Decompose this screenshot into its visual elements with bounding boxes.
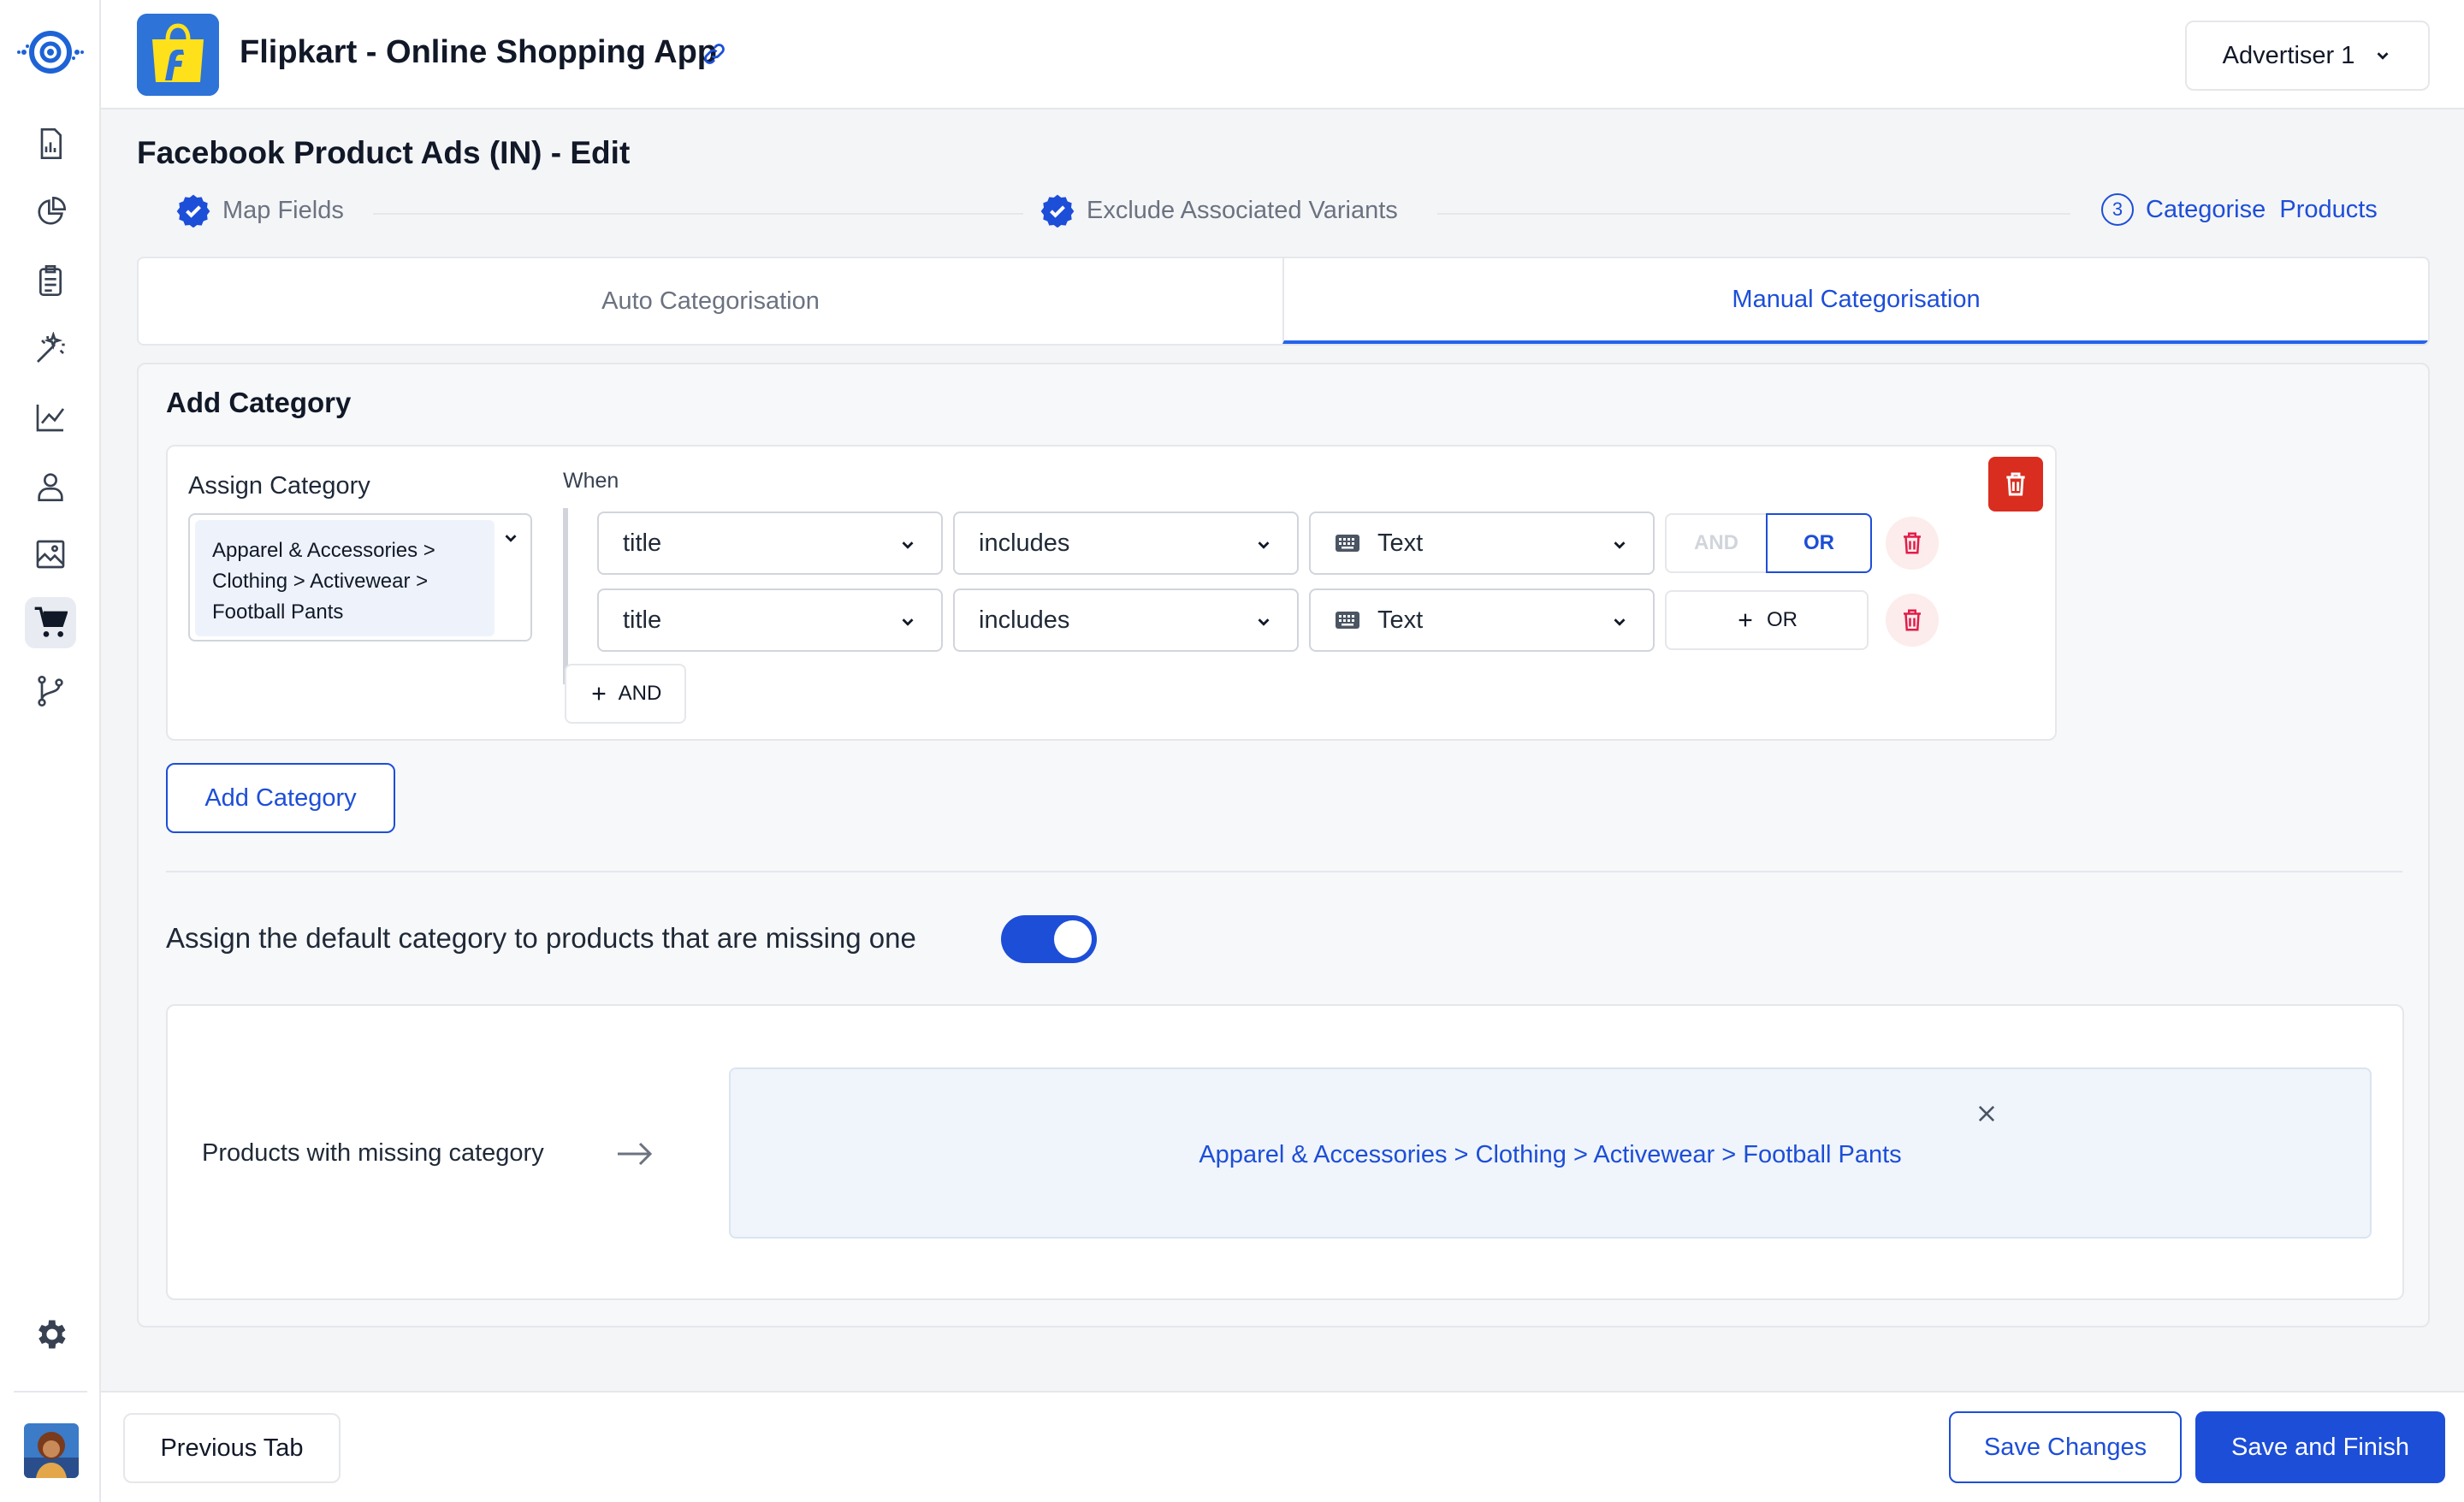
value-type-select[interactable]: Text <box>1309 512 1655 575</box>
keyboard-icon <box>1336 535 1359 552</box>
footer-bar: Previous Tab Save Changes Save and Finis… <box>101 1391 2464 1502</box>
user-icon <box>38 473 63 501</box>
default-category-target[interactable]: Apparel & Accessories > Clothing > Activ… <box>729 1067 2372 1239</box>
stepper: Map Fields Exclude Associated Variants 3… <box>176 193 2396 233</box>
chevron-down-icon <box>1614 618 1626 626</box>
step-number: 3 <box>2101 193 2134 226</box>
field-select[interactable]: title <box>597 588 943 652</box>
verified-check-icon <box>1040 194 1075 228</box>
cart-icon <box>34 606 68 637</box>
close-icon[interactable] <box>1975 1102 1999 1126</box>
chevron-down-icon <box>2377 52 2389 60</box>
add-and-button[interactable]: AND <box>565 664 686 724</box>
sidebar-item-tasks[interactable] <box>25 255 76 306</box>
chevron-down-icon <box>505 535 517 542</box>
keyboard-icon <box>1336 612 1359 629</box>
report-icon <box>40 128 62 159</box>
condition-group-bar <box>563 508 568 684</box>
sidebar-item-settings[interactable] <box>25 1309 76 1360</box>
and-toggle[interactable]: AND <box>1665 513 1766 573</box>
tab-auto-categorisation[interactable]: Auto Categorisation <box>139 258 1282 344</box>
missing-category-card: Products with missing category Apparel &… <box>166 1004 2404 1300</box>
save-changes-button[interactable]: Save Changes <box>1949 1411 2182 1483</box>
top-header: Flipkart - Online Shopping App Advertise… <box>101 0 2464 109</box>
default-category-toggle[interactable] <box>1001 915 1097 963</box>
gear-icon <box>38 1320 66 1349</box>
category-rule-card: Assign Category Apparel & Accessories > … <box>166 445 2057 741</box>
sidebar-item-catalog[interactable] <box>25 597 76 648</box>
advertiser-label: Advertiser 1 <box>2222 41 2355 69</box>
sidebar-item-reports[interactable] <box>25 118 76 169</box>
default-category-label: Assign the default category to products … <box>166 922 916 954</box>
save-and-finish-button[interactable]: Save and Finish <box>2195 1411 2445 1483</box>
chevron-down-icon <box>1258 618 1270 626</box>
selected-category-chip: Apparel & Accessories > Clothing > Activ… <box>195 520 495 636</box>
image-icon <box>36 540 65 569</box>
advertiser-select[interactable]: Advertiser 1 <box>2185 21 2430 91</box>
delete-rule-button[interactable] <box>1988 457 2043 512</box>
or-toggle[interactable]: OR <box>1766 513 1872 573</box>
previous-tab-button[interactable]: Previous Tab <box>123 1413 341 1483</box>
assign-category-select[interactable]: Apparel & Accessories > Clothing > Activ… <box>188 513 532 642</box>
chevron-down-icon <box>902 618 914 626</box>
tab-manual-categorisation[interactable]: Manual Categorisation <box>1282 258 2428 344</box>
section-title: Add Category <box>166 387 352 418</box>
add-or-button[interactable]: OR <box>1665 590 1869 650</box>
operator-select[interactable]: includes <box>953 512 1299 575</box>
field-select[interactable]: title <box>597 512 943 575</box>
trash-icon <box>1904 532 1921 554</box>
clipboard-icon <box>39 265 62 296</box>
avatar[interactable] <box>24 1423 79 1478</box>
trash-icon <box>2006 472 2025 496</box>
step-exclude-variants[interactable]: Exclude Associated Variants <box>1040 193 1398 228</box>
chevron-down-icon <box>1614 541 1626 549</box>
manual-categorisation-panel: Add Category Assign Category Apparel & A… <box>137 363 2430 1328</box>
app-title: Flipkart - Online Shopping App <box>240 34 717 70</box>
pie-chart-icon <box>38 196 67 225</box>
categorisation-tabs: Auto Categorisation Manual Categorisatio… <box>137 257 2430 346</box>
when-label: When <box>563 469 619 493</box>
missing-category-label: Products with missing category <box>202 1139 544 1167</box>
sidebar-item-audience[interactable] <box>25 460 76 512</box>
link-icon[interactable] <box>702 41 727 67</box>
app-logo <box>137 14 219 96</box>
sidebar-item-creatives[interactable] <box>25 529 76 580</box>
default-category-value: Apparel & Accessories > Clothing > Activ… <box>1199 1141 1902 1168</box>
add-category-button[interactable]: Add Category <box>166 763 395 833</box>
sidebar <box>0 0 101 1502</box>
sidebar-divider <box>14 1391 87 1393</box>
sidebar-item-workflows[interactable] <box>25 665 76 717</box>
step-connector <box>1437 213 2070 215</box>
arrow-right-icon <box>618 1142 653 1166</box>
sidebar-item-automation[interactable] <box>25 323 76 375</box>
plus-icon <box>1738 613 1752 627</box>
step-map-fields[interactable]: Map Fields <box>176 193 344 228</box>
page-title: Facebook Product Ads (IN) - Edit <box>137 135 631 170</box>
sidebar-item-performance[interactable] <box>25 392 76 443</box>
plus-icon <box>592 687 605 701</box>
line-chart-icon <box>36 405 65 432</box>
delete-condition-button[interactable] <box>1886 594 1939 647</box>
step-categorise-products[interactable]: 3 Categorise Products <box>2101 193 2378 226</box>
step-connector <box>373 213 1023 215</box>
operator-select[interactable]: includes <box>953 588 1299 652</box>
value-type-select[interactable]: Text <box>1309 588 1655 652</box>
verified-check-icon <box>176 194 210 228</box>
toggle-knob <box>1054 920 1092 958</box>
assign-category-label: Assign Category <box>188 472 370 500</box>
divider <box>166 871 2402 872</box>
brand-logo-icon[interactable] <box>12 22 89 82</box>
delete-condition-button[interactable] <box>1886 517 1939 570</box>
branch-icon <box>38 676 63 707</box>
magic-wand-icon <box>37 332 65 363</box>
chevron-down-icon <box>1258 541 1270 549</box>
sidebar-item-analytics[interactable] <box>25 186 76 238</box>
trash-icon <box>1904 609 1921 631</box>
chevron-down-icon <box>902 541 914 549</box>
